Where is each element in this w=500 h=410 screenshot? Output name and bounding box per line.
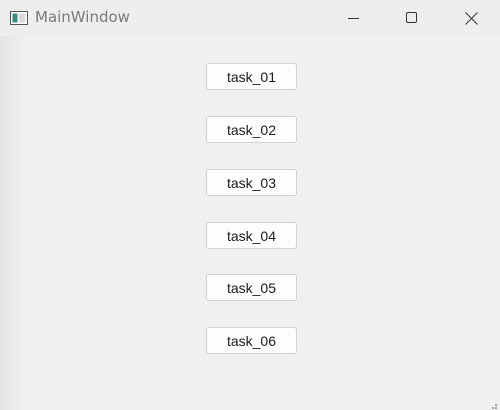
window-title: MainWindow [35, 8, 130, 26]
title-bar[interactable]: MainWindow [0, 0, 500, 36]
task-02-button[interactable]: task_02 [206, 116, 297, 143]
maximize-icon [406, 12, 418, 24]
minimize-button[interactable] [325, 0, 383, 36]
task-06-button[interactable]: task_06 [206, 327, 297, 354]
maximize-button[interactable] [383, 0, 441, 36]
task-04-button[interactable]: task_04 [206, 222, 297, 249]
close-button[interactable] [442, 0, 500, 36]
minimize-icon [348, 12, 360, 24]
resize-grip-icon[interactable] [488, 398, 498, 409]
main-window: MainWindow task_01 task_02 task_03 task_… [0, 0, 500, 410]
task-03-button[interactable]: task_03 [206, 169, 297, 196]
task-01-button[interactable]: task_01 [206, 63, 297, 90]
app-icon [10, 10, 28, 25]
task-05-button[interactable]: task_05 [206, 274, 297, 301]
close-icon [464, 11, 478, 25]
